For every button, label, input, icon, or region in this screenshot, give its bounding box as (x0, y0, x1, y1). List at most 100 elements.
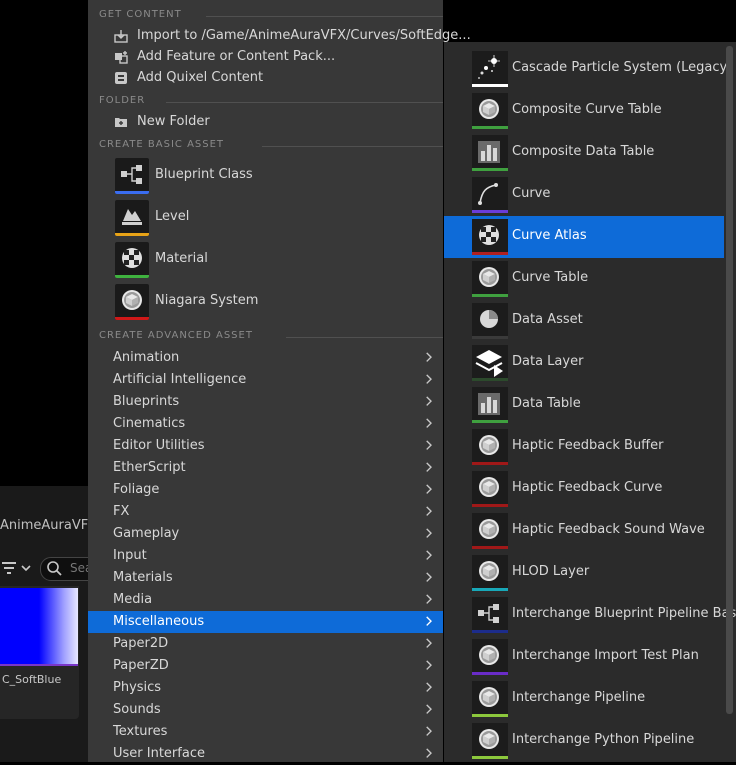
quixel-icon (114, 71, 128, 85)
asset-color-bar (472, 714, 508, 717)
menu-item-label: New Folder (137, 114, 210, 129)
category-sounds[interactable]: Sounds (88, 699, 443, 721)
submenu-item-hlod-layer[interactable]: HLOD Layer (444, 552, 724, 594)
category-label: Cinematics (113, 416, 186, 431)
submenu-item-haptic-feedback-sound-wave[interactable]: Haptic Feedback Sound Wave (444, 510, 724, 552)
asset-color-bar (472, 672, 508, 675)
category-miscellaneous[interactable]: Miscellaneous (88, 611, 443, 633)
menu-item-label: Add Feature or Content Pack... (137, 49, 336, 64)
data-table-icon (472, 387, 508, 423)
submenu-item-label: Data Table (512, 396, 581, 411)
submenu-item-data-asset[interactable]: Data Asset (444, 300, 724, 342)
submenu-item-interchange-pipeline[interactable]: Interchange Pipeline (444, 678, 724, 720)
submenu-item-curve-table[interactable]: Curve Table (444, 258, 724, 300)
submenu-item-haptic-feedback-curve[interactable]: Haptic Feedback Curve (444, 468, 724, 510)
category-fx[interactable]: FX (88, 501, 443, 523)
category-input[interactable]: Input (88, 545, 443, 567)
breadcrumb[interactable]: AnimeAuraVFX (0, 518, 97, 533)
category-label: Animation (113, 350, 180, 365)
category-cinematics[interactable]: Cinematics (88, 413, 443, 435)
category-label: Gameplay (113, 526, 180, 541)
basic-asset-material[interactable]: Material (88, 239, 443, 281)
submenu-item-interchange-import-test-plan[interactable]: Interchange Import Test Plan (444, 636, 724, 678)
category-label: FX (113, 504, 130, 519)
submenu-item-data-table[interactable]: Data Table (444, 384, 724, 426)
blueprint-icon (472, 597, 508, 633)
category-label: Textures (113, 724, 168, 739)
category-editor-utilities[interactable]: Editor Utilities (88, 435, 443, 457)
submenu-content: Cascade Particle System (Legacy) Composit… (444, 42, 736, 762)
submenu-item-label: Data Asset (512, 312, 583, 327)
category-paperzd[interactable]: PaperZD (88, 655, 443, 677)
chevron-right-icon (425, 374, 435, 386)
category-paper2d[interactable]: Paper2D (88, 633, 443, 655)
submenu-item-label: Data Layer (512, 354, 584, 369)
chevron-right-icon (425, 550, 435, 562)
category-gameplay[interactable]: Gameplay (88, 523, 443, 545)
submenu-item-cascade-particle-system-legacy[interactable]: Cascade Particle System (Legacy) (444, 48, 732, 90)
menu-item-label: Import to /Game/AnimeAuraVFX/Curves/Soft… (137, 28, 471, 43)
category-media[interactable]: Media (88, 589, 443, 611)
chevron-right-icon (425, 352, 435, 364)
submenu-item-data-layer[interactable]: Data Layer (444, 342, 724, 384)
submenu-item-interchange-blueprint-pipeline-base[interactable]: Interchange Blueprint Pipeline Base (444, 594, 736, 636)
category-label: Artificial Intelligence (113, 372, 247, 387)
asset-color-bar (472, 546, 508, 549)
submenu-item-haptic-feedback-buffer[interactable]: Haptic Feedback Buffer (444, 426, 724, 468)
menu-item-label: Add Quixel Content (137, 70, 264, 85)
submenu-item-curve-atlas[interactable]: Curve Atlas (444, 216, 724, 258)
asset-color-bar (115, 317, 149, 320)
category-label: PaperZD (113, 658, 169, 673)
asset-color-bar (472, 126, 508, 129)
chevron-right-icon (425, 528, 435, 540)
category-label: Media (113, 592, 153, 607)
asset-color-bar (472, 210, 508, 213)
blueprint-icon (115, 158, 149, 194)
level-icon (115, 200, 149, 236)
filter-dropdown[interactable] (2, 559, 34, 577)
chevron-right-icon (425, 506, 435, 518)
menu-item-new-folder[interactable]: New Folder (88, 112, 443, 133)
basic-asset-blueprint-class[interactable]: Blueprint Class (88, 155, 443, 197)
category-textures[interactable]: Textures (88, 721, 443, 743)
submenu-item-label: Curve (512, 186, 551, 201)
chevron-right-icon (425, 396, 435, 408)
asset-color-bar (472, 294, 508, 297)
category-physics[interactable]: Physics (88, 677, 443, 699)
data-table-icon (472, 135, 508, 171)
category-artificial-intelligence[interactable]: Artificial Intelligence (88, 369, 443, 391)
chevron-right-icon (425, 484, 435, 496)
menu-item-feature-pack[interactable]: Add Feature or Content Pack... (88, 47, 443, 68)
category-blueprints[interactable]: Blueprints (88, 391, 443, 413)
chevron-right-icon (425, 660, 435, 672)
category-label: Input (113, 548, 147, 563)
category-label: Physics (113, 680, 162, 695)
asset-type-bar (0, 664, 78, 666)
submenu-item-interchange-python-pipeline[interactable]: Interchange Python Pipeline (444, 720, 724, 762)
get-content-section-divider (206, 16, 443, 17)
submenu-scrollbar[interactable] (726, 46, 733, 714)
category-foliage[interactable]: Foliage (88, 479, 443, 501)
submenu-item-label: Interchange Blueprint Pipeline Base (512, 606, 736, 621)
feature-pack-icon (114, 50, 128, 64)
submenu-item-composite-data-table[interactable]: Composite Data Table (444, 132, 724, 174)
sphere-icon (472, 429, 508, 465)
context-menu-content: GET CONTENT Import to /Game/AnimeAuraVFX/… (88, 0, 471, 762)
submenu-item-curve[interactable]: Curve (444, 174, 724, 216)
get-content-section-header: GET CONTENT (99, 9, 182, 20)
sphere-icon (472, 723, 508, 759)
category-materials[interactable]: Materials (88, 567, 443, 589)
category-animation[interactable]: Animation (88, 347, 443, 369)
curve-icon (472, 177, 508, 213)
basic-asset-level[interactable]: Level (88, 197, 443, 239)
submenu-item-composite-curve-table[interactable]: Composite Curve Table (444, 90, 724, 132)
basic-asset-niagara-system[interactable]: Niagara System (88, 281, 443, 323)
category-label: Materials (113, 570, 173, 585)
sphere-icon (472, 471, 508, 507)
menu-item-import[interactable]: Import to /Game/AnimeAuraVFX/Curves/Soft… (88, 26, 471, 47)
category-etherscript[interactable]: EtherScript (88, 457, 443, 479)
chevron-right-icon (425, 748, 435, 760)
sphere-icon (472, 681, 508, 717)
asset-label: Niagara System (155, 293, 259, 308)
menu-item-quixel[interactable]: Add Quixel Content (88, 68, 443, 89)
